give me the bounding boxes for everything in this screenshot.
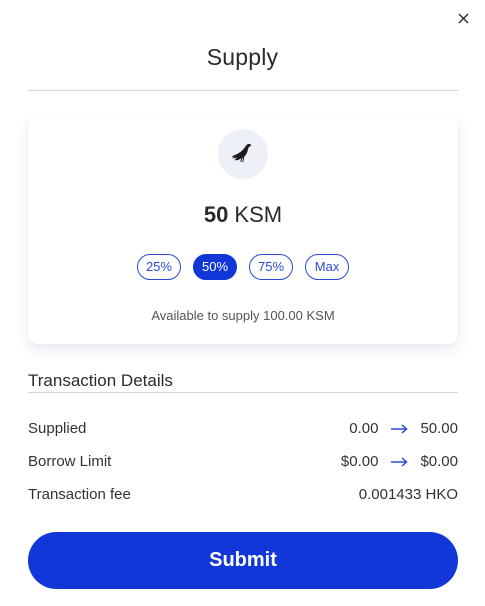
token-symbol: KSM [234,202,283,227]
available-to-supply: Available to supply 100.00 KSM [151,308,335,323]
borrow-limit-to: $0.00 [420,453,458,470]
percent-50-button[interactable]: 50% [192,254,238,280]
percent-max-button[interactable]: Max [305,254,350,280]
transaction-details-title: Transaction Details [28,371,173,390]
supplied-label: Supplied [28,420,87,437]
close-icon [457,12,469,24]
supply-modal: Supply 50 KSM 25% 50% 75% Max Available t… [0,0,485,606]
supplied-value: 0.00 50.00 [349,420,458,437]
percent-25-button[interactable]: 25% [136,254,181,280]
borrow-limit-value: $0.00 $0.00 [341,453,458,470]
transaction-fee-row: Transaction fee 0.001433 HKO [28,486,458,503]
kusama-bird-icon [231,143,252,163]
borrow-limit-row: Borrow Limit $0.00 $0.00 [28,453,458,470]
arrow-right-icon [390,423,409,434]
amount-value: 50 [203,202,229,227]
transaction-fee-value: 0.001433 HKO [358,486,458,503]
transaction-fee-label: Transaction fee [28,486,131,503]
percent-selector: 25% 50% 75% Max [28,254,458,280]
supply-amount[interactable]: 50 KSM [28,202,458,228]
percent-75-button[interactable]: 75% [249,254,294,280]
borrow-limit-label: Borrow Limit [28,453,112,470]
borrow-limit-from: $0.00 [340,453,379,470]
modal-title: Supply [206,44,279,70]
token-avatar [218,129,268,179]
supplied-row: Supplied 0.00 50.00 [28,420,458,437]
title-divider [28,90,458,91]
supplied-to: 50.00 [420,420,458,437]
supplied-from: 0.00 [349,420,379,437]
close-button[interactable] [455,10,471,26]
details-divider [28,392,458,393]
arrow-right-icon [390,456,409,467]
supply-card: 50 KSM 25% 50% 75% Max Available to suppl… [28,116,458,344]
submit-button[interactable]: Submit [28,532,458,589]
